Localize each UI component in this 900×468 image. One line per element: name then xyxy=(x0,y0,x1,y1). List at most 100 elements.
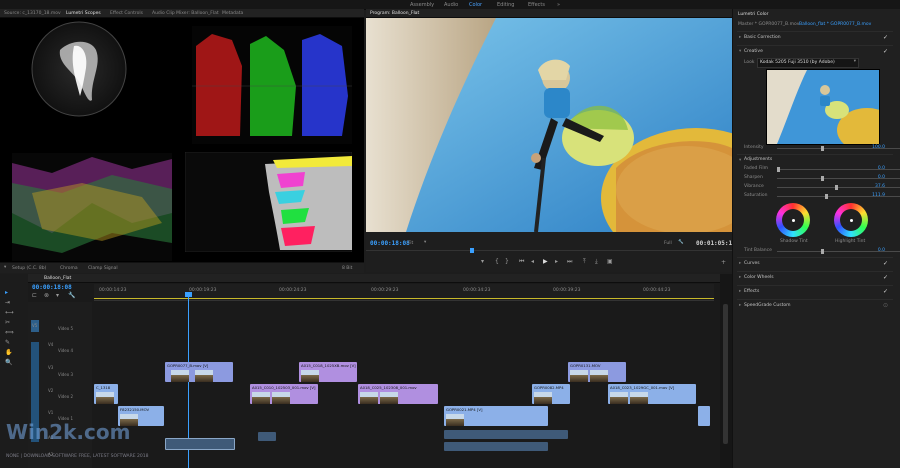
watermark: Win2k.com NONE | DOWNLOAD SOFTWARE FREE,… xyxy=(2,420,282,466)
fit-chevron-icon[interactable]: ▾ xyxy=(424,240,426,245)
saturation-row: Saturation 111.9 xyxy=(737,191,900,201)
look-label: Look xyxy=(744,60,755,65)
clip[interactable]: A015_C018_1025XB.mov [V] xyxy=(299,362,357,382)
lift-icon[interactable]: ⤒ xyxy=(583,259,586,265)
clip[interactable]: C_1318 xyxy=(94,384,118,404)
clip[interactable]: GOPR0021.MP4 [V] xyxy=(444,406,548,426)
rgb-parade xyxy=(192,26,352,144)
ruler-tick: 00:00:44:23 xyxy=(643,288,671,293)
snap-icon[interactable]: ⊏ xyxy=(32,293,37,299)
track-id[interactable]: V5 xyxy=(32,323,37,328)
frame-forward-icon[interactable]: ▸ xyxy=(555,259,558,265)
tab-audio-clip-mixer[interactable]: Audio Clip Mixer: Balloon_Flat xyxy=(152,11,219,16)
scope-chroma-toggle[interactable]: Chroma xyxy=(60,266,78,271)
quality-dropdown[interactable]: Full xyxy=(664,241,672,246)
chevron-down-icon: ▾ xyxy=(853,59,856,64)
step-forward-icon[interactable]: ⏭ xyxy=(567,259,572,265)
timeline-vertical-scrollbar[interactable] xyxy=(720,274,732,468)
lumetri-sequence[interactable]: Balloon_flat * GOPR0077_B.mov xyxy=(799,22,871,27)
look-dropdown[interactable]: Kodak 5205 Fuji 3510 (by Adobe) ▾ xyxy=(757,58,859,68)
wrench-icon[interactable]: 🔧 xyxy=(678,240,684,245)
workspace-editing[interactable]: Editing xyxy=(497,2,514,8)
add-marker-icon[interactable]: ▾ xyxy=(56,293,59,299)
clip[interactable]: A015_C010_102503_001.mov [V] xyxy=(250,384,318,404)
clip[interactable]: A018_C025_102308_001.mov xyxy=(358,384,438,404)
tab-effect-controls[interactable]: Effect Controls xyxy=(110,11,143,16)
audio-clip[interactable] xyxy=(444,430,568,439)
pen-tool-icon[interactable]: ✎ xyxy=(5,340,10,346)
workspace-assembly[interactable]: Assembly xyxy=(410,2,434,8)
track-id[interactable]: V4 xyxy=(48,342,53,347)
selection-tool-icon[interactable]: ▸ xyxy=(5,290,8,296)
source-panel-tabs: Source: c_13170_18.mov Lumetri Scopes Ef… xyxy=(0,9,364,18)
transport-controls: ▾ { } ⏮ ◂ ▶ ▸ ⏭ ⤒ ⤓ ▣ xyxy=(481,259,621,267)
zoom-tool-icon[interactable]: 🔍 xyxy=(5,360,12,366)
tab-metadata[interactable]: Metadata xyxy=(222,11,243,16)
section-color-wheels[interactable]: ▸ Color Wheels ✓ xyxy=(737,271,893,284)
extract-icon[interactable]: ⤓ xyxy=(595,259,598,265)
track-name: Video 2 xyxy=(58,394,74,399)
scope-clamp-toggle[interactable]: Clamp Signal xyxy=(88,266,118,271)
program-scrub-track[interactable] xyxy=(366,250,732,251)
highlight-tint-label: Highlight Tint xyxy=(835,239,866,244)
ripple-edit-icon[interactable]: ⟷ xyxy=(5,310,14,316)
play-icon[interactable]: ▶ xyxy=(543,259,548,265)
track-id[interactable]: V2 xyxy=(48,388,53,393)
watermark-brand: Win2k.com xyxy=(6,420,131,444)
track-id[interactable]: V3 xyxy=(48,365,53,370)
tab-lumetri-scopes[interactable]: Lumetri Scopes xyxy=(66,11,101,16)
add-button-icon[interactable]: + xyxy=(721,260,726,266)
linked-selection-icon[interactable]: ⊗ xyxy=(44,293,49,299)
workspace-color[interactable]: Color xyxy=(469,2,482,8)
section-basic-correction[interactable]: ▸ Basic Correction ✓ xyxy=(737,31,893,44)
marker-icon[interactable]: ▾ xyxy=(481,259,484,265)
clip[interactable] xyxy=(698,406,710,426)
timeline-timecode[interactable]: 00:00:18:08 xyxy=(32,284,72,291)
timeline-settings-icon[interactable]: 🔧 xyxy=(68,293,75,299)
hand-tool-icon[interactable]: ✋ xyxy=(5,350,12,356)
highlight-tint-wheel[interactable] xyxy=(834,203,868,237)
shadow-tint-wheel[interactable] xyxy=(776,203,810,237)
work-area-bar[interactable] xyxy=(94,298,714,299)
frame-back-icon[interactable]: ◂ xyxy=(531,259,534,265)
program-playhead[interactable] xyxy=(470,248,474,253)
ruler-tick: 00:00:39:23 xyxy=(553,288,581,293)
timeline-panel: Balloon_Flat 00:00:18:08 ⊏ ⊗ ▾ 🔧 00:00:1… xyxy=(6,274,720,468)
mark-out-icon[interactable]: } xyxy=(505,259,509,265)
track-name: Video 4 xyxy=(58,348,74,353)
settings-icon[interactable]: ▾ xyxy=(4,265,6,270)
track-id[interactable]: V1 xyxy=(48,410,53,415)
section-speedgrade-custom[interactable]: ▸ SpeedGrade Custom ⊙ xyxy=(737,299,893,312)
track-select-icon[interactable]: ⇥ xyxy=(5,300,10,306)
razor-tool-icon[interactable]: ✂ xyxy=(5,320,10,326)
clip[interactable]: GOPR0131.MOV xyxy=(568,362,626,382)
tab-source[interactable]: Source: c_13170_18.mov xyxy=(4,11,61,16)
section-creative[interactable]: ▾ Creative ✓ xyxy=(737,45,893,58)
section-curves[interactable]: ▸ Curves ✓ xyxy=(737,257,893,270)
lumetri-title[interactable]: Lumetri Color xyxy=(738,12,768,17)
clip[interactable]: GOPR0082.MP4 xyxy=(532,384,570,404)
lumetri-master[interactable]: Master * GOPR0077_B.mov xyxy=(738,22,799,27)
program-monitor-frame xyxy=(366,18,732,232)
workspace-effects[interactable]: Effects xyxy=(528,2,545,8)
program-menu-icon[interactable]: ≡ xyxy=(413,11,417,16)
mark-in-icon[interactable]: { xyxy=(495,259,499,265)
export-frame-icon[interactable]: ▣ xyxy=(607,259,613,265)
tab-program[interactable]: Program: Balloon_Flat xyxy=(370,11,419,16)
clip[interactable]: GOPR0077_B.mov [V] xyxy=(165,362,233,382)
clip[interactable]: A018_C023_1029GC_001.mov [V] xyxy=(608,384,696,404)
timeline-playhead-handle[interactable] xyxy=(185,292,192,297)
scope-setup-toggle[interactable]: Setup (C.C. 8b) xyxy=(12,266,46,271)
workspace-more[interactable]: » xyxy=(557,2,560,8)
program-controls: 00:00:18:08 Fit ▾ Full 🔧 00:01:05:18 ▾ {… xyxy=(366,232,736,272)
audio-clip[interactable] xyxy=(444,442,548,451)
slip-tool-icon[interactable]: ⟺ xyxy=(5,330,14,336)
scope-bit-depth[interactable]: 8 Bit xyxy=(342,266,352,271)
program-timecode-in[interactable]: 00:00:18:08 xyxy=(370,240,410,247)
step-back-icon[interactable]: ⏮ xyxy=(519,259,524,265)
tab-timeline-balloon[interactable]: Balloon_Flat xyxy=(44,276,71,281)
section-effects[interactable]: ▸ Effects ✓ xyxy=(737,285,893,298)
fit-dropdown[interactable]: Fit xyxy=(408,241,413,246)
workspace-audio[interactable]: Audio xyxy=(444,2,458,8)
look-preview[interactable] xyxy=(766,69,880,145)
